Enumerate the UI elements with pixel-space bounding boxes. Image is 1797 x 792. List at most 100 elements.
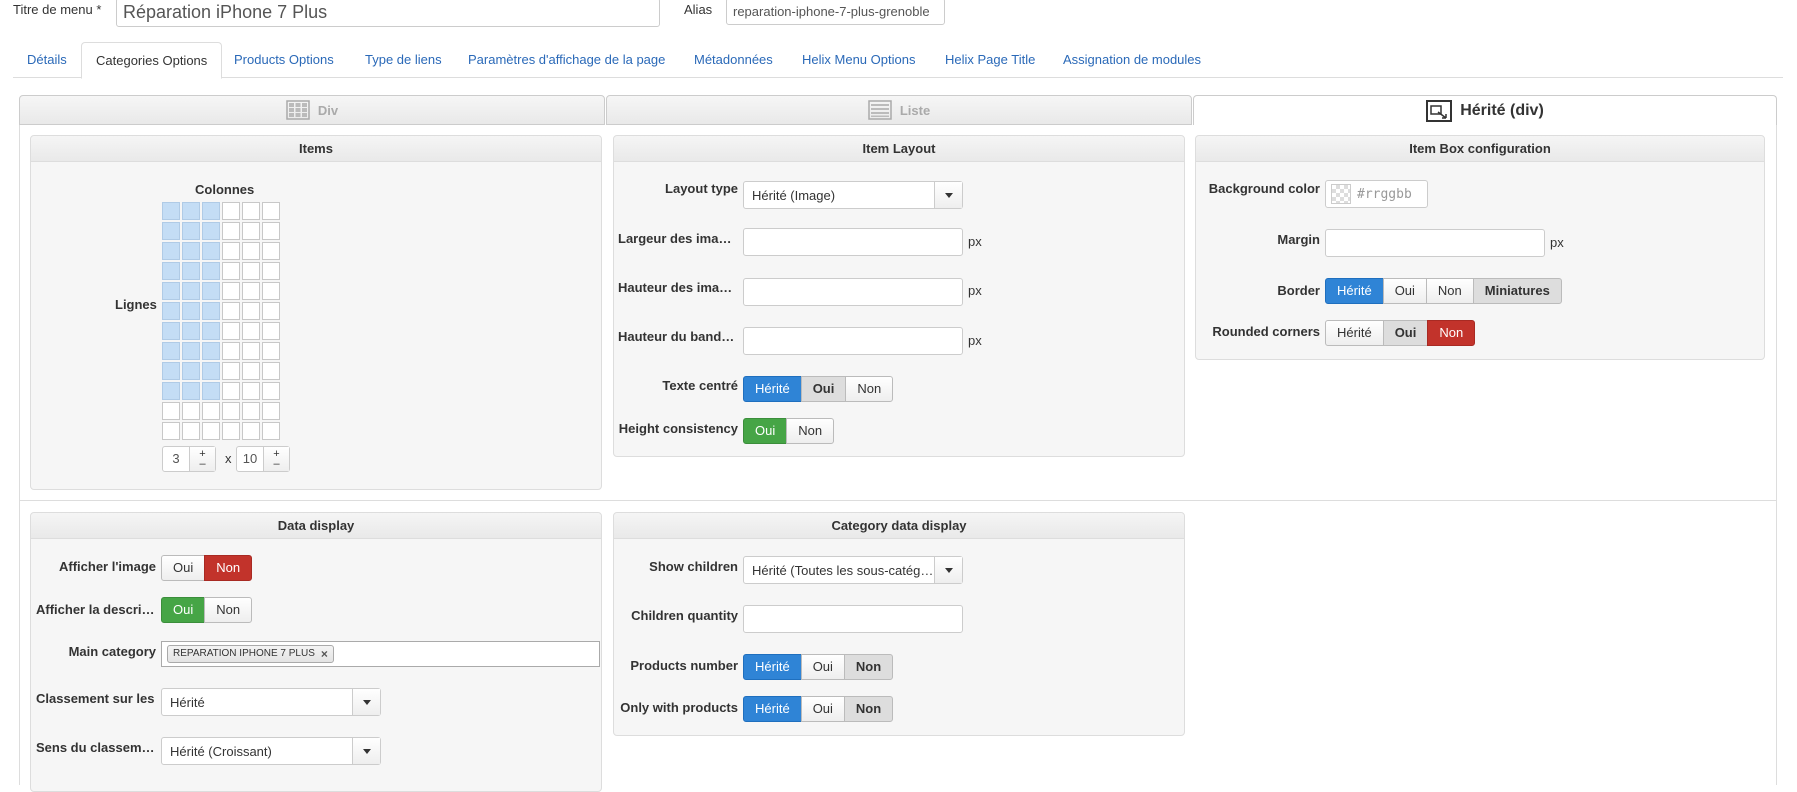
grid-cell[interactable] xyxy=(182,282,200,300)
grid-cell[interactable] xyxy=(182,302,200,320)
grid-cell[interactable] xyxy=(242,322,260,340)
border-non[interactable]: Non xyxy=(1425,278,1474,304)
grid-cell[interactable] xyxy=(162,322,180,340)
grid-cell[interactable] xyxy=(202,382,220,400)
grid-cell[interactable] xyxy=(202,322,220,340)
layout-mode-liste[interactable]: Liste xyxy=(606,95,1192,125)
products-number-herite[interactable]: Hérité xyxy=(743,654,802,680)
grid-cell[interactable] xyxy=(262,242,280,260)
afficher-image-oui[interactable]: Oui xyxy=(161,555,206,581)
grid-cell[interactable] xyxy=(202,342,220,360)
hauteur-bandeau-input[interactable] xyxy=(743,327,963,355)
height-consistency-non[interactable]: Non xyxy=(786,418,835,444)
tab-metadonnees[interactable]: Métadonnées xyxy=(680,42,787,78)
grid-cell[interactable] xyxy=(262,262,280,280)
grid-cell[interactable] xyxy=(162,422,180,440)
border-oui[interactable]: Oui xyxy=(1382,278,1427,304)
grid-cell[interactable] xyxy=(222,302,240,320)
texte-centre-non[interactable]: Non xyxy=(845,376,894,402)
grid-cell[interactable] xyxy=(242,282,260,300)
grid-cell[interactable] xyxy=(262,222,280,240)
border-miniatures[interactable]: Miniatures xyxy=(1472,278,1562,304)
classement-select[interactable]: Hérité xyxy=(161,688,381,716)
rounded-oui[interactable]: Oui xyxy=(1382,320,1429,346)
grid-cell[interactable] xyxy=(262,422,280,440)
grid-cell[interactable] xyxy=(182,402,200,420)
grid-cell[interactable] xyxy=(242,202,260,220)
alias-input[interactable]: reparation-iphone-7-plus-grenoble xyxy=(726,0,945,25)
grid-cell[interactable] xyxy=(262,202,280,220)
grid-cell[interactable] xyxy=(182,382,200,400)
grid-cell[interactable] xyxy=(242,422,260,440)
grid-cell[interactable] xyxy=(182,242,200,260)
grid-cell[interactable] xyxy=(182,202,200,220)
grid-cell[interactable] xyxy=(262,382,280,400)
grid-cell[interactable] xyxy=(242,382,260,400)
grid-cell[interactable] xyxy=(262,282,280,300)
grid-cell[interactable] xyxy=(162,302,180,320)
grid-cell[interactable] xyxy=(202,242,220,260)
grid-cell[interactable] xyxy=(262,322,280,340)
tab-helix-page-title[interactable]: Helix Page Title xyxy=(931,42,1049,78)
tab-assignation-modules[interactable]: Assignation de modules xyxy=(1049,42,1215,78)
tab-products-options[interactable]: Products Options xyxy=(220,42,348,78)
texte-centre-oui[interactable]: Oui xyxy=(800,376,847,402)
grid-cell[interactable] xyxy=(162,342,180,360)
margin-input[interactable] xyxy=(1325,229,1545,257)
layout-mode-herite[interactable]: Hérité (div) xyxy=(1193,95,1777,125)
main-category-input[interactable]: REPARATION IPHONE 7 PLUS × xyxy=(161,641,600,667)
grid-cell[interactable] xyxy=(242,262,260,280)
products-number-oui[interactable]: Oui xyxy=(800,654,845,680)
grid-cell[interactable] xyxy=(202,422,220,440)
rows-stepper[interactable]: 10 + – xyxy=(236,446,290,472)
layout-mode-div[interactable]: Div xyxy=(19,95,605,125)
rounded-herite[interactable]: Hérité xyxy=(1325,320,1384,346)
show-children-select[interactable]: Hérité (Toutes les sous-catégories) xyxy=(743,556,963,584)
afficher-description-non[interactable]: Non xyxy=(204,597,253,623)
grid-cell[interactable] xyxy=(242,362,260,380)
grid-cell[interactable] xyxy=(162,222,180,240)
rows-plus-minus[interactable]: + – xyxy=(263,447,289,471)
grid-cell[interactable] xyxy=(222,282,240,300)
grid-cell[interactable] xyxy=(222,242,240,260)
afficher-description-oui[interactable]: Oui xyxy=(161,597,206,623)
grid-cell[interactable] xyxy=(222,402,240,420)
menu-title-input[interactable]: Réparation iPhone 7 Plus xyxy=(116,0,660,27)
grid-cell[interactable] xyxy=(222,422,240,440)
grid-cell[interactable] xyxy=(202,302,220,320)
grid-cell[interactable] xyxy=(222,262,240,280)
grid-cell[interactable] xyxy=(182,262,200,280)
tab-parametres-affichage[interactable]: Paramètres d'affichage de la page xyxy=(454,42,679,78)
grid-cell[interactable] xyxy=(182,222,200,240)
grid-cell[interactable] xyxy=(162,282,180,300)
grid-cell[interactable] xyxy=(202,282,220,300)
grid-cell[interactable] xyxy=(242,402,260,420)
grid-cell[interactable] xyxy=(242,222,260,240)
only-with-products-herite[interactable]: Hérité xyxy=(743,696,802,722)
grid-cell[interactable] xyxy=(262,362,280,380)
grid-cell[interactable] xyxy=(242,342,260,360)
tab-helix-menu-options[interactable]: Helix Menu Options xyxy=(788,42,929,78)
largeur-images-input[interactable] xyxy=(743,228,963,256)
grid-cell[interactable] xyxy=(222,202,240,220)
grid-cell[interactable] xyxy=(242,242,260,260)
afficher-image-non[interactable]: Non xyxy=(204,555,253,581)
sens-classement-select[interactable]: Hérité (Croissant) xyxy=(161,737,381,765)
background-color-input[interactable]: #rrggbb xyxy=(1325,180,1428,208)
grid-cell[interactable] xyxy=(222,322,240,340)
grid-cell[interactable] xyxy=(222,382,240,400)
products-number-non[interactable]: Non xyxy=(843,654,894,680)
grid-cell[interactable] xyxy=(182,362,200,380)
grid-cell[interactable] xyxy=(222,342,240,360)
tag-remove-icon[interactable]: × xyxy=(321,646,328,662)
grid-cell[interactable] xyxy=(262,402,280,420)
grid-cell[interactable] xyxy=(182,322,200,340)
grid-cell[interactable] xyxy=(162,402,180,420)
grid-cell[interactable] xyxy=(262,302,280,320)
tab-categories-options[interactable]: Categories Options xyxy=(81,42,223,79)
height-consistency-oui[interactable]: Oui xyxy=(743,418,788,444)
grid-cell[interactable] xyxy=(202,362,220,380)
grid-cell[interactable] xyxy=(222,222,240,240)
grid-cell[interactable] xyxy=(162,262,180,280)
grid-cell[interactable] xyxy=(162,202,180,220)
